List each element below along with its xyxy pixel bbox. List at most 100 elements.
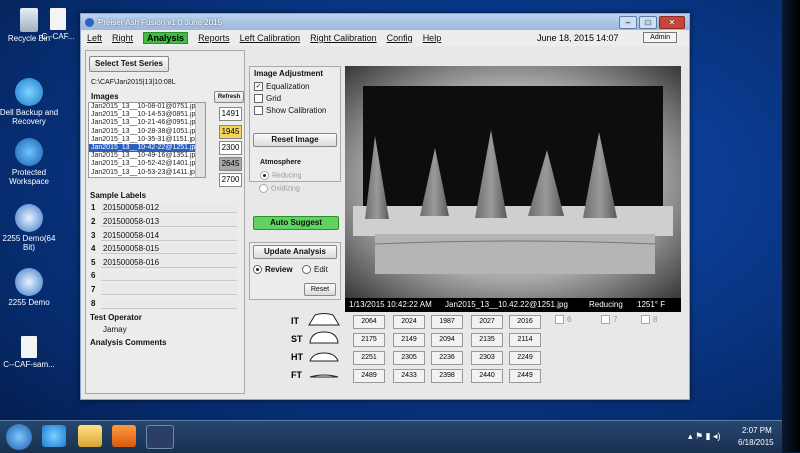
list-scrollbar[interactable] [195, 103, 205, 177]
test-operator-field[interactable]: Jamay [103, 325, 127, 334]
result-cell[interactable]: 2249 [509, 351, 541, 365]
sample-label-field[interactable]: 201500058-012 [101, 203, 237, 213]
select-test-series-button[interactable]: Select Test Series [89, 56, 169, 72]
menu-config[interactable]: Config [387, 33, 413, 43]
menu-reports[interactable]: Reports [198, 33, 230, 43]
analysis-comments-field[interactable] [90, 349, 236, 389]
desktop-icon-2255-demo-64[interactable]: 2255 Demo(64 Bit) [0, 204, 62, 252]
tray-icons[interactable]: ▴ ⚑ ▮ ◂) [688, 431, 721, 442]
equalization-checkbox[interactable]: ✓ Equalization [254, 82, 310, 92]
protected-workspace-icon [15, 138, 43, 166]
list-item[interactable]: Jan2015_13__10-35-31@1151.jpg [89, 136, 205, 144]
sample-labels-title: Sample Labels [90, 191, 147, 200]
clock-time[interactable]: 2:07 PM [742, 426, 772, 435]
menu-right-calibration[interactable]: Right Calibration [310, 33, 377, 43]
desktop-icon-dell-backup[interactable]: Dell Backup and Recovery [0, 78, 62, 126]
list-item[interactable]: Jan2015_13__10-14-53@0851.jpg [89, 111, 205, 119]
desktop-icon-2255-demo[interactable]: 2255 Demo [0, 268, 62, 307]
result-cell[interactable]: 1987 [431, 315, 463, 329]
window-title: Preiser Ash Fusion v1.0 June 2015 [98, 17, 223, 27]
result-cell[interactable]: 2440 [471, 369, 503, 383]
menu-right[interactable]: Right [112, 33, 133, 43]
result-cell[interactable]: 2135 [471, 333, 503, 347]
sample-label-field[interactable] [101, 285, 237, 295]
clock-date[interactable]: 6/18/2015 [738, 438, 774, 447]
sample-label-field[interactable]: 201500058-016 [101, 258, 237, 268]
preiser-app-taskbar-icon[interactable] [146, 425, 174, 449]
temp-marker-2[interactable]: 1945 [219, 125, 242, 139]
row-label-ht: HT [291, 352, 303, 362]
sample-label-field[interactable] [101, 271, 237, 281]
menu-left-calibration[interactable]: Left Calibration [240, 33, 301, 43]
result-cell[interactable]: 2303 [471, 351, 503, 365]
oxidizing-radio[interactable]: Oxidizing [259, 184, 300, 193]
file-explorer-icon[interactable] [78, 425, 102, 447]
reset-analysis-button[interactable]: Reset [304, 283, 336, 296]
desktop-icon-caf-file[interactable]: C--CAF... [36, 8, 80, 41]
result-cell[interactable]: 2114 [509, 333, 541, 347]
sample-row: 2 201500058-013 [91, 217, 237, 227]
media-player-icon[interactable] [112, 425, 136, 447]
sample-label-field[interactable] [101, 299, 237, 309]
column-checkbox-7[interactable]: 7 [601, 315, 618, 325]
list-item[interactable]: Jan2015_13__10-21-46@0951.jpg [89, 119, 205, 127]
result-cell[interactable]: 2489 [353, 369, 385, 383]
desktop-icon-caf-sample[interactable]: C--CAF-sam... [0, 336, 60, 369]
grid-checkbox[interactable]: Grid [254, 94, 281, 104]
temp-marker-3[interactable]: 2300 [219, 141, 242, 155]
menu-help[interactable]: Help [423, 33, 442, 43]
list-item[interactable]: Jan2015_13__10-49-16@1351.jpg [89, 152, 205, 160]
list-item[interactable]: Jan2015_13__10-28-38@1051.jpg [89, 128, 205, 136]
column-checkbox-8[interactable]: 8 [641, 315, 657, 325]
review-radio[interactable]: Review [253, 265, 293, 275]
result-cell[interactable]: 2398 [431, 369, 463, 383]
result-cell[interactable]: 2094 [431, 333, 463, 347]
image-file-list[interactable]: Jan2015_13__10-08-01@0751.jpg Jan2015_13… [88, 102, 206, 178]
result-cell[interactable]: 2064 [353, 315, 385, 329]
atmosphere-label: Atmosphere [260, 159, 301, 166]
list-item[interactable]: Jan2015_13__10-52-42@1401.jpg [89, 160, 205, 168]
list-item[interactable]: Jan2015_13__10-08-01@0751.jpg [89, 103, 205, 111]
list-item-selected[interactable]: Jan2015_13__10-42-22@1251.jpg [89, 143, 205, 153]
result-cell[interactable]: 2024 [393, 315, 425, 329]
admin-button[interactable]: Admin [643, 32, 677, 43]
column-checkbox-6[interactable]: 6 [555, 315, 571, 325]
menu-analysis[interactable]: Analysis [143, 32, 189, 44]
result-cell[interactable]: 2149 [393, 333, 425, 347]
internet-explorer-icon[interactable] [42, 425, 66, 447]
temp-marker-5[interactable]: 2700 [219, 173, 242, 187]
sample-label-field[interactable]: 201500058-015 [101, 244, 237, 254]
result-cell[interactable]: 2449 [509, 369, 541, 383]
maximize-button[interactable]: □ [639, 16, 657, 29]
result-cell[interactable]: 2433 [393, 369, 425, 383]
list-item[interactable]: Jan2015_13__10-53-23@1411.jpg [89, 169, 205, 177]
sample-label-field[interactable]: 201500058-014 [101, 231, 237, 241]
column-label: 7 [613, 315, 618, 324]
sample-label-field[interactable]: 201500058-013 [101, 217, 237, 227]
reducing-radio[interactable]: Reducing [260, 171, 302, 180]
result-cell[interactable]: 2236 [431, 351, 463, 365]
result-cell[interactable]: 2305 [393, 351, 425, 365]
minimize-button[interactable]: – [619, 16, 637, 29]
temp-marker-1[interactable]: 1491 [219, 107, 242, 121]
refresh-button[interactable]: Refresh [214, 91, 244, 103]
temp-marker-4[interactable]: 2645 [219, 157, 242, 171]
result-cell[interactable]: 2251 [353, 351, 385, 365]
window-titlebar[interactable]: Preiser Ash Fusion v1.0 June 2015 – □ ✕ [81, 14, 689, 30]
result-cell[interactable]: 2175 [353, 333, 385, 347]
show-calibration-checkbox[interactable]: Show Calibration [254, 106, 326, 116]
result-cell[interactable]: 2016 [509, 315, 541, 329]
auto-suggest-button[interactable]: Auto Suggest [253, 216, 339, 230]
edit-radio[interactable]: Edit [302, 265, 328, 275]
2255-demo-icon [15, 268, 43, 296]
desktop-icon-protected-workspace[interactable]: Protected Workspace [0, 138, 62, 186]
menu-left[interactable]: Left [87, 33, 102, 43]
image-filename: Jan2015_13__10.42.22@1251.jpg [445, 300, 568, 309]
sample-number: 8 [91, 299, 96, 308]
update-analysis-button[interactable]: Update Analysis [253, 245, 337, 259]
result-cell[interactable]: 2027 [471, 315, 503, 329]
windows-start-icon[interactable] [6, 424, 32, 450]
close-button[interactable]: ✕ [659, 16, 685, 29]
reset-image-button[interactable]: Reset Image [253, 133, 337, 147]
image-adjustment-title: Image Adjustment [254, 69, 324, 78]
